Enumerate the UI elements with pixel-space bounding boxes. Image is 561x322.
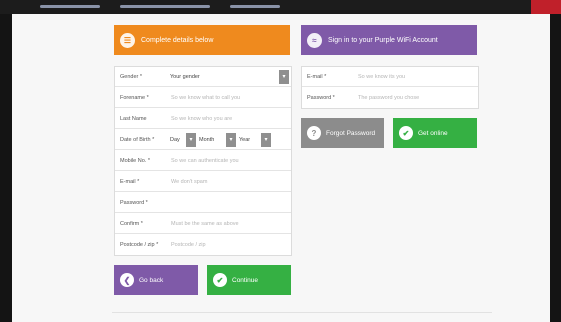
window-top-bar — [0, 0, 561, 14]
chevron-down-icon[interactable]: ▾ — [261, 132, 271, 147]
signin-email-row: E-mail * So we know its you — [302, 67, 478, 87]
go-back-button[interactable]: ❮ Go back — [114, 265, 198, 295]
top-bar-streak — [40, 5, 100, 8]
continue-label: Continue — [232, 276, 259, 284]
confirm-input[interactable]: Must be the same as above — [167, 221, 291, 227]
question-icon: ? — [307, 126, 321, 140]
register-form: Gender * Your gender ▾ Forename * So we … — [114, 66, 292, 256]
forgot-password-button[interactable]: ? Forgot Password — [301, 118, 384, 148]
signin-password-label: Password * — [307, 95, 335, 101]
dob-year-select[interactable]: Year — [236, 133, 261, 147]
register-header: ☰ Complete details below — [114, 25, 290, 55]
forename-label: Forename * — [120, 94, 149, 101]
gender-row: Gender * Your gender ▾ — [115, 67, 291, 87]
gender-select-value: Your gender — [170, 73, 200, 80]
lastname-label: Last Name — [120, 115, 147, 122]
gender-select[interactable]: Your gender — [167, 70, 279, 84]
arrow-left-icon: ❮ — [120, 273, 134, 287]
dob-month-select[interactable]: Month — [196, 133, 226, 147]
signin-password-row: Password * The password you chose — [302, 88, 478, 108]
signin-email-label: E-mail * — [307, 73, 327, 80]
dob-label: Date of Birth * — [120, 136, 155, 143]
forename-input[interactable]: So we know what to call you — [167, 95, 291, 101]
signin-form: E-mail * So we know its you Password * T… — [301, 66, 479, 109]
footer-divider — [112, 312, 492, 313]
chevron-down-icon[interactable]: ▾ — [186, 132, 196, 147]
register-header-text: Complete details below — [141, 36, 214, 44]
mobile-row: Mobile No. * So we can authenticate you — [115, 151, 291, 171]
mobile-label: Mobile No. * — [120, 157, 150, 164]
lastname-input[interactable]: So we know who you are — [167, 116, 291, 122]
confirm-row: Confirm * Must be the same as above — [115, 214, 291, 234]
get-online-button[interactable]: ✔ Get online — [393, 118, 477, 148]
top-bar-streak — [230, 5, 280, 8]
confirm-label: Confirm * — [120, 220, 143, 227]
postcode-input[interactable]: Postcode / zip — [167, 242, 291, 248]
dob-month-value: Month — [199, 136, 215, 143]
signin-email-input[interactable]: So we know its you — [354, 74, 478, 80]
forgot-password-label: Forgot Password — [326, 129, 376, 137]
lastname-row: Last Name So we know who you are — [115, 109, 291, 129]
form-icon: ☰ — [120, 32, 135, 48]
check-icon: ✔ — [213, 273, 227, 287]
top-bar-streak — [120, 5, 210, 8]
chevron-down-icon[interactable]: ▾ — [279, 69, 289, 84]
dob-day-select[interactable]: Day — [167, 133, 186, 147]
continue-button[interactable]: ✔ Continue — [207, 265, 291, 295]
wifi-icon: ≈ — [307, 32, 322, 48]
postcode-row: Postcode / zip * Postcode / zip — [115, 235, 291, 255]
mobile-input[interactable]: So we can authenticate you — [167, 158, 291, 164]
page-sheet: ☰ Complete details below Gender * Your g… — [12, 14, 550, 322]
close-strip[interactable] — [531, 0, 561, 14]
dob-year-value: Year — [239, 136, 251, 143]
email-label: E-mail * — [120, 178, 140, 185]
check-icon: ✔ — [399, 126, 413, 140]
gender-label: Gender * — [120, 73, 143, 80]
chevron-down-icon[interactable]: ▾ — [226, 132, 236, 147]
go-back-label: Go back — [139, 276, 164, 284]
email-row: E-mail * We don't spam — [115, 172, 291, 192]
dob-day-value: Day — [170, 136, 180, 143]
signin-header-text: Sign in to your Purple WiFi Account — [328, 36, 438, 44]
signin-password-input[interactable]: The password you chose — [354, 95, 478, 101]
get-online-label: Get online — [418, 129, 448, 137]
password-label: Password * — [120, 199, 148, 206]
dob-row: Date of Birth * Day ▾ Month ▾ Year ▾ — [115, 130, 291, 150]
signin-header: ≈ Sign in to your Purple WiFi Account — [301, 25, 477, 55]
forename-row: Forename * So we know what to call you — [115, 88, 291, 108]
postcode-label: Postcode / zip * — [120, 242, 159, 248]
email-input[interactable]: We don't spam — [167, 179, 291, 185]
password-row: Password * — [115, 193, 291, 213]
